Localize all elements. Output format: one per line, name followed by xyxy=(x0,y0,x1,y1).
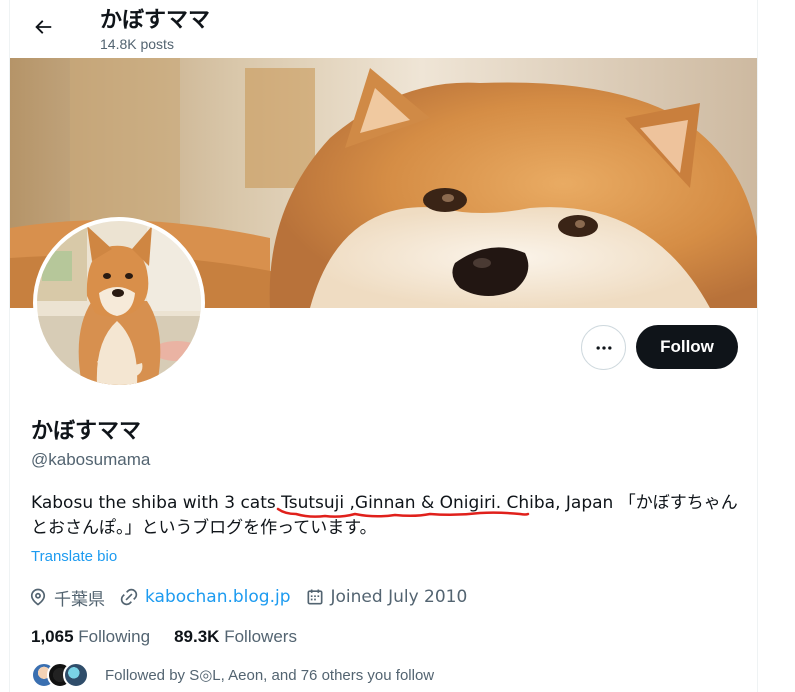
profile-name: かぼすママ xyxy=(31,419,142,444)
arrow-left-icon xyxy=(35,20,52,34)
location-text: 千葉県 xyxy=(54,589,105,610)
followed-by-text[interactable]: Followed by S◎L, Aeon, and 76 others you… xyxy=(105,666,434,684)
profile-avatar[interactable] xyxy=(33,217,205,389)
profile-handle: @kabosumama xyxy=(31,450,151,469)
more-options-button[interactable] xyxy=(581,325,626,370)
following-count: 1,065 xyxy=(31,627,74,646)
location-pin-icon xyxy=(30,588,46,606)
post-count: 14.8K posts xyxy=(100,36,174,52)
link-icon xyxy=(120,588,138,606)
join-date-text: Joined July 2010 xyxy=(330,587,468,607)
location: 千葉県 xyxy=(28,585,105,610)
avatar xyxy=(63,662,89,688)
followers-you-know-avatars xyxy=(31,662,95,688)
following-label: Following xyxy=(78,627,151,646)
followers-stat[interactable]: 89.3K Followers xyxy=(174,627,297,647)
follow-button[interactable]: Follow xyxy=(636,325,738,369)
profile-bio: Kabosu the shiba with 3 cats Tsutsuji ,G… xyxy=(31,493,738,538)
profile-meta: 千葉県 kabochan.blog.jp Joined July 2010 xyxy=(28,583,481,611)
website-link[interactable]: kabochan.blog.jp xyxy=(145,587,291,607)
followers-count: 89.3K xyxy=(174,627,220,646)
followed-by-row[interactable]: Followed by S◎L, Aeon, and 76 others you… xyxy=(31,662,434,688)
profile-column: かぼすママ 14.8K posts Follow かぼすママ @kabosuma… xyxy=(9,0,758,692)
back-button[interactable] xyxy=(26,10,60,44)
translate-bio-link[interactable]: Translate bio xyxy=(31,548,117,565)
website[interactable]: kabochan.blog.jp xyxy=(119,587,291,607)
following-stat[interactable]: 1,065 Following xyxy=(31,627,150,647)
join-date: Joined July 2010 xyxy=(305,587,468,607)
more-horizontal-icon xyxy=(596,345,611,350)
page-title: かぼすママ xyxy=(100,8,211,33)
profile-header: かぼすママ 14.8K posts xyxy=(10,0,757,58)
calendar-icon xyxy=(307,589,322,605)
follow-stats: 1,065 Following 89.3K Followers xyxy=(31,627,321,647)
followers-label: Followers xyxy=(224,627,297,646)
